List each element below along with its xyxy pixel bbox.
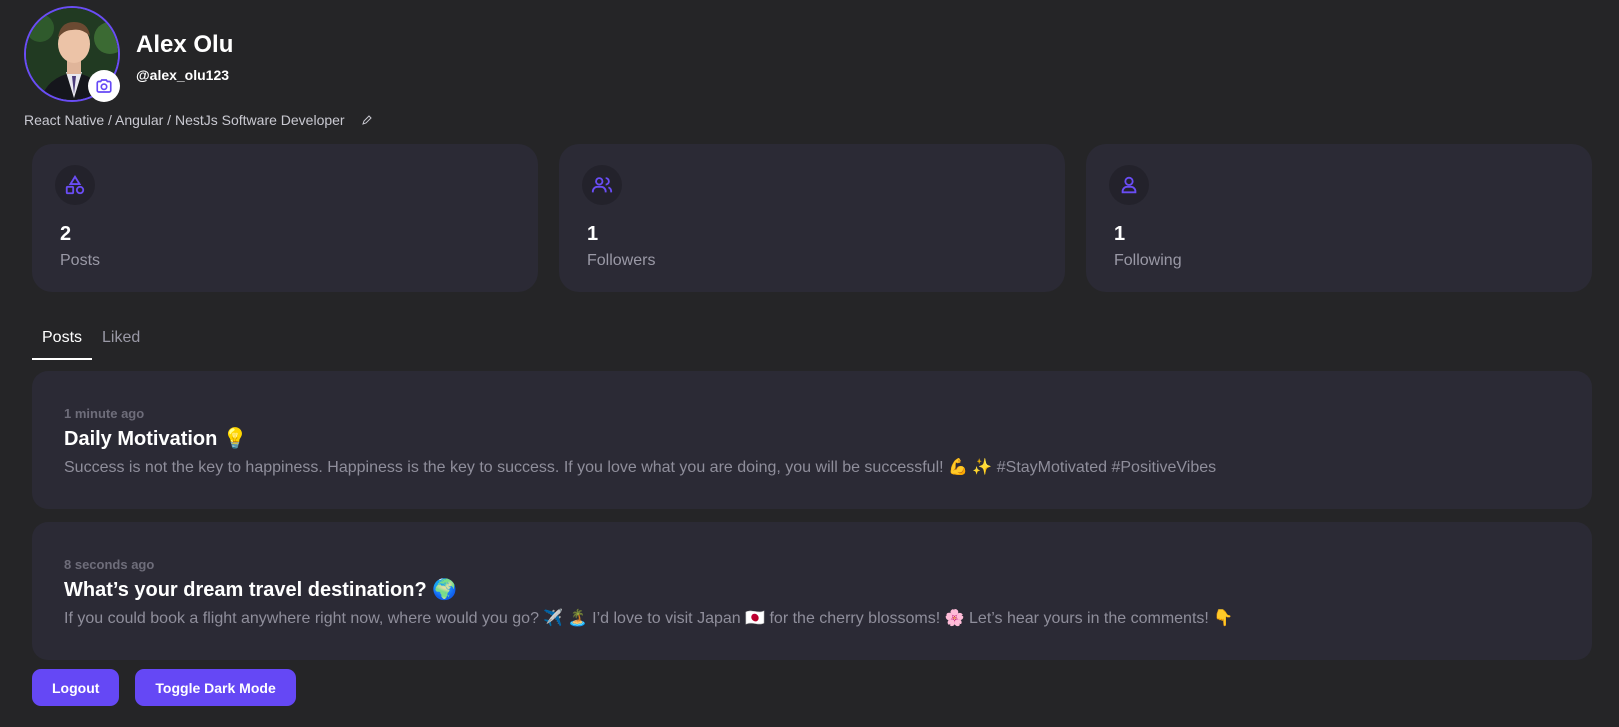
profile-bio: React Native / Angular / NestJs Software… xyxy=(24,112,345,128)
post-card[interactable]: 1 minute ago Daily Motivation 💡 Success … xyxy=(32,371,1592,509)
post-body: If you could book a flight anywhere righ… xyxy=(64,610,1234,627)
edit-bio-button[interactable] xyxy=(361,114,373,126)
stat-label: Posts xyxy=(60,252,101,269)
stat-value: 1 xyxy=(1114,223,1126,245)
post-card[interactable]: 8 seconds ago What’s your dream travel d… xyxy=(32,522,1592,660)
post-timestamp: 8 seconds ago xyxy=(64,557,155,572)
stat-label: Following xyxy=(1114,252,1182,269)
toggle-dark-mode-button[interactable]: Toggle Dark Mode xyxy=(135,669,296,706)
change-photo-button[interactable] xyxy=(88,70,120,102)
post-title: Daily Motivation 💡 xyxy=(64,428,248,450)
stat-value: 1 xyxy=(587,223,599,245)
tab-liked[interactable]: Liked xyxy=(92,320,150,360)
users-icon xyxy=(591,177,613,193)
stat-card-posts: 2 Posts xyxy=(32,144,538,292)
action-buttons: Logout Toggle Dark Mode xyxy=(32,669,296,706)
post-timestamp: 1 minute ago xyxy=(64,406,145,421)
tab-posts[interactable]: Posts xyxy=(32,320,93,360)
bio-row: React Native / Angular / NestJs Software… xyxy=(24,112,373,128)
profile-name: Alex Olu xyxy=(136,31,234,58)
stat-icon-wrap xyxy=(582,165,622,205)
post-title: What’s your dream travel destination? 🌍 xyxy=(64,579,458,601)
avatar-container xyxy=(24,6,120,102)
camera-icon xyxy=(96,79,112,93)
shapes-icon xyxy=(65,175,85,195)
stats-row: 2 Posts 1 Followers 1 Following xyxy=(32,144,1592,292)
stat-card-following: 1 Following xyxy=(1086,144,1592,292)
user-icon xyxy=(1121,176,1137,194)
pencil-icon xyxy=(361,115,372,125)
logout-button[interactable]: Logout xyxy=(32,669,120,706)
stat-icon-wrap xyxy=(55,165,95,205)
stat-card-followers: 1 Followers xyxy=(559,144,1065,292)
stat-icon-wrap xyxy=(1109,165,1149,205)
stat-value: 2 xyxy=(60,223,72,245)
profile-username: @alex_olu123 xyxy=(136,67,230,83)
stat-label: Followers xyxy=(587,252,656,269)
profile-tabs: Posts Liked xyxy=(32,320,150,360)
post-body: Success is not the key to happiness. Hap… xyxy=(64,459,1217,476)
profile-page: Alex Olu @alex_olu123 React Native / Ang… xyxy=(0,0,1619,727)
